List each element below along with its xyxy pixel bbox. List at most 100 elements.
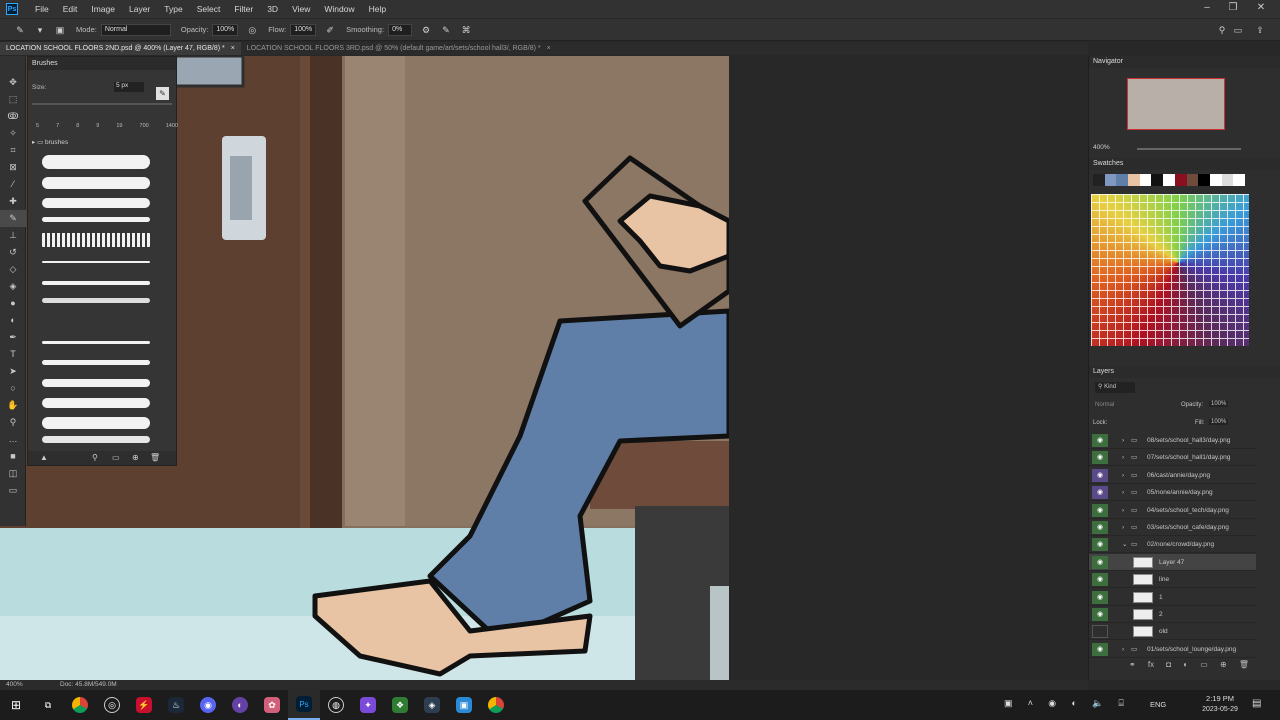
tab-document-2nd[interactable]: LOCATION SCHOOL FLOORS 2ND.psd @ 400% (L… (0, 42, 241, 55)
eyedropper-tool-icon[interactable]: ⁄ (0, 176, 26, 193)
crop-tool-icon[interactable]: ⌗ (0, 142, 26, 159)
recent-swatches[interactable] (1093, 174, 1245, 186)
app-icon[interactable]: ❖ (384, 690, 416, 720)
trash-icon[interactable]: 🗑 (1239, 660, 1249, 672)
navigator-zoom-slider[interactable] (1137, 148, 1241, 150)
brush-settings-icon[interactable]: ⚲ (92, 453, 98, 462)
size-field[interactable]: 5 px (114, 82, 144, 92)
color-swatch-icon[interactable]: ■ (0, 448, 26, 465)
chevron-right-icon[interactable]: › (1122, 484, 1124, 501)
layer-filter-select[interactable]: ⚲ Kind (1095, 382, 1135, 393)
menu-edit[interactable]: Edit (56, 4, 85, 14)
preset-8[interactable]: 8 (76, 123, 79, 129)
new-group-icon[interactable]: ▭ (112, 453, 120, 462)
tray-app-icon[interactable]: ◐ (1071, 698, 1076, 709)
menu-filter[interactable]: Filter (227, 4, 260, 14)
workspace-icon[interactable]: ▭ (1232, 24, 1244, 36)
symmetry-icon[interactable]: ⌘ (460, 24, 472, 36)
screen-mode-icon[interactable]: ▭ (0, 482, 26, 499)
move-tool-icon[interactable]: ✥ (0, 74, 26, 91)
brush-preview[interactable] (42, 360, 150, 365)
zoom-tool-icon[interactable]: ⚲ (0, 414, 26, 431)
flow-field[interactable]: 100% (290, 23, 317, 36)
app-icon[interactable]: ◈ (416, 690, 448, 720)
magic-wand-tool-icon[interactable]: ✧ (0, 125, 26, 142)
chevron-right-icon[interactable]: › (1122, 467, 1124, 484)
app-icon[interactable]: ✿ (256, 690, 288, 720)
blur-tool-icon[interactable]: ● (0, 295, 26, 312)
menu-layer[interactable]: Layer (122, 4, 157, 14)
more-tools-icon[interactable]: … (0, 431, 26, 448)
trash-icon[interactable]: 🗑 (150, 453, 160, 462)
menu-file[interactable]: File (28, 4, 56, 14)
airbrush-icon[interactable]: ✐ (324, 24, 336, 36)
app-icon[interactable]: ◎ (96, 690, 128, 720)
visibility-eye-icon[interactable]: ◉ (1092, 642, 1108, 656)
collapse-icon[interactable]: ▲ (40, 453, 48, 462)
shape-tool-icon[interactable]: ○ (0, 380, 26, 397)
notifications-icon[interactable]: ▤ (1252, 698, 1261, 709)
mask-icon[interactable]: ◘ (1166, 660, 1171, 672)
preset-7[interactable]: 7 (56, 123, 59, 129)
menu-3d[interactable]: 3D (260, 4, 285, 14)
windows-start-icon[interactable]: ⊞ (0, 690, 32, 720)
visibility-eye-icon[interactable]: ◉ (1092, 486, 1108, 500)
hand-tool-icon[interactable]: ✋ (0, 397, 26, 414)
app-icon[interactable]: ◍ (320, 690, 352, 720)
preset-700[interactable]: 700 (140, 123, 149, 129)
pressure-opacity-icon[interactable]: ◎ (246, 24, 258, 36)
layer-row[interactable]: ◉ 2 (1089, 606, 1256, 623)
tray-app-icon[interactable]: ▣ (1004, 698, 1013, 709)
layer-fill-field[interactable]: 100% (1209, 419, 1229, 425)
pen-tool-icon[interactable]: ✒ (0, 329, 26, 346)
brush-preset-picker-icon[interactable]: ▾ (34, 24, 46, 36)
brush-preview[interactable] (42, 233, 150, 247)
navigator-thumbnail[interactable] (1127, 78, 1225, 130)
path-select-icon[interactable]: ➤ (0, 363, 26, 380)
quick-mask-icon[interactable]: ◫ (0, 465, 26, 482)
dodge-tool-icon[interactable]: ◐ (0, 312, 26, 329)
tab-close-icon[interactable]: × (231, 45, 235, 52)
chevron-down-icon[interactable]: ⌄ (1122, 536, 1127, 553)
app-icon[interactable]: ▣ (448, 690, 480, 720)
type-tool-icon[interactable]: T (0, 346, 26, 363)
menu-help[interactable]: Help (362, 4, 393, 14)
visibility-eye-icon[interactable]: ◉ (1092, 538, 1108, 552)
chrome-icon[interactable] (480, 690, 512, 720)
smoothing-options-gear-icon[interactable]: ⚙ (420, 24, 432, 36)
brush-preview[interactable] (42, 155, 150, 169)
brush-preview[interactable] (42, 379, 150, 387)
chevron-right-icon[interactable]: › (1122, 519, 1124, 536)
brush-preview[interactable] (42, 341, 150, 344)
marquee-tool-icon[interactable]: ⬚ (0, 91, 26, 108)
mode-select[interactable]: Normal (100, 23, 171, 36)
app-icon[interactable]: ⚡ (128, 690, 160, 720)
minimize-icon[interactable]: – (1196, 0, 1218, 18)
new-brush-icon[interactable]: ⊕ (132, 453, 139, 462)
menu-type[interactable]: Type (157, 4, 189, 14)
brush-preview[interactable] (42, 417, 150, 429)
layer-row[interactable]: ◉ 1 (1089, 589, 1256, 606)
link-icon[interactable]: ⚭ (1129, 660, 1136, 672)
brush-preview[interactable] (42, 261, 150, 263)
status-zoom[interactable]: 400% (6, 680, 23, 690)
brush-preview[interactable] (42, 281, 150, 285)
visibility-eye-icon[interactable]: ◉ (1092, 434, 1108, 447)
chrome-icon[interactable] (64, 690, 96, 720)
blend-mode-select[interactable]: Normal (1095, 400, 1167, 411)
navigator-zoom[interactable]: 400% (1093, 144, 1110, 151)
share-icon[interactable]: ⇪ (1254, 24, 1266, 36)
menu-select[interactable]: Select (190, 4, 228, 14)
layer-row[interactable]: ◉ › ▭ 03/sets/school_cafe/day.png (1089, 519, 1256, 536)
visibility-eye-icon[interactable]: ◉ (1092, 451, 1108, 465)
language-indicator[interactable]: ENG (1150, 700, 1166, 709)
history-brush-icon[interactable]: ↺ (0, 244, 26, 261)
menu-image[interactable]: Image (84, 4, 122, 14)
visibility-eye-icon[interactable] (1092, 625, 1108, 639)
pressure-size-icon[interactable]: ✎ (440, 24, 452, 36)
menu-window[interactable]: Window (317, 4, 361, 14)
preset-9[interactable]: 9 (96, 123, 99, 129)
brush-tool-icon[interactable]: ✎ (0, 210, 26, 227)
app-icon[interactable]: ✦ (352, 690, 384, 720)
lasso-tool-icon[interactable]: ↂ (0, 108, 26, 125)
